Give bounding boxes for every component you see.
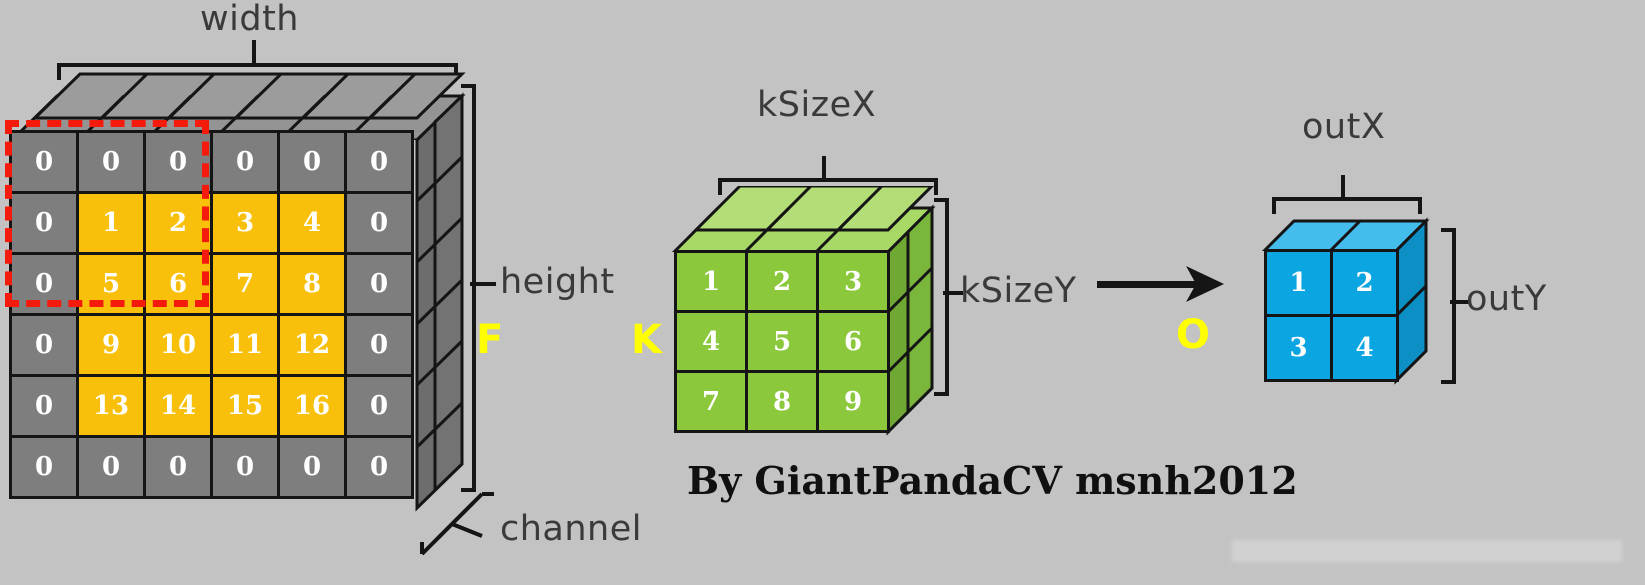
input-cell[interactable]: 16 — [277, 374, 347, 438]
output-cell[interactable]: 3 — [1264, 314, 1333, 382]
output-height-label: outY — [1466, 279, 1547, 319]
input-cell[interactable]: 0 — [210, 435, 280, 499]
input-cell[interactable]: 0 — [344, 191, 414, 255]
input-channel-label: channel — [500, 509, 642, 549]
diagram-canvas: width 0 0 0 0 0 0 0 1 2 3 4 0 0 5 6 7 8 0 0 9 10 11 12 0 0 13 14 15… — [0, 0, 1645, 585]
kernel-width-label: kSizeX — [757, 85, 877, 125]
input-cell[interactable]: 11 — [210, 313, 280, 377]
kernel-width-bracket — [718, 178, 938, 195]
input-cell[interactable]: 0 — [9, 313, 79, 377]
credit-text: By GiantPandaCV msnh2012 — [687, 458, 1298, 503]
receptive-field-selection[interactable] — [5, 120, 209, 307]
output-cell[interactable]: 4 — [1330, 314, 1399, 382]
input-width-label: width — [200, 0, 299, 39]
kernel-cell[interactable]: 9 — [816, 370, 890, 433]
kernel-cell[interactable]: 3 — [816, 250, 890, 313]
kernel-cell[interactable]: 6 — [816, 310, 890, 373]
input-cell[interactable]: 3 — [210, 191, 280, 255]
input-cell[interactable]: 14 — [143, 374, 213, 438]
input-cell[interactable]: 0 — [277, 130, 347, 194]
output-width-bracket — [1272, 197, 1422, 214]
input-cell[interactable]: 15 — [210, 374, 280, 438]
output-cell[interactable]: 1 — [1264, 249, 1333, 317]
input-width-bracket — [57, 63, 458, 80]
input-height-bracket-stem — [470, 282, 496, 286]
input-cell[interactable]: 0 — [277, 435, 347, 499]
kernel-cell[interactable]: 4 — [674, 310, 748, 373]
input-cell[interactable]: 0 — [344, 130, 414, 194]
input-cell[interactable]: 0 — [344, 374, 414, 438]
convolution-arrow-shaft — [1097, 281, 1202, 288]
output-width-label: outX — [1302, 107, 1386, 147]
input-cell[interactable]: 0 — [143, 435, 213, 499]
input-cell[interactable]: 0 — [9, 435, 79, 499]
input-cell[interactable]: 0 — [9, 374, 79, 438]
kernel-cell[interactable]: 5 — [745, 310, 819, 373]
output-width-bracket-stem — [1341, 175, 1345, 200]
input-symbol-F: F — [476, 317, 504, 363]
kernel-symbol-K: K — [631, 317, 662, 363]
input-cell[interactable]: 0 — [344, 252, 414, 316]
kernel-height-label: kSizeY — [960, 271, 1077, 311]
input-cell[interactable]: 7 — [210, 252, 280, 316]
kernel-cell[interactable]: 7 — [674, 370, 748, 433]
kernel-top-face — [671, 186, 936, 252]
output-symbol-O: O — [1176, 312, 1211, 358]
input-height-label: height — [500, 262, 615, 302]
kernel-cell[interactable]: 1 — [674, 250, 748, 313]
kernel-cell[interactable]: 8 — [745, 370, 819, 433]
input-cell[interactable]: 0 — [210, 130, 280, 194]
input-cell[interactable]: 0 — [76, 435, 146, 499]
input-cell[interactable]: 8 — [277, 252, 347, 316]
output-cell[interactable]: 2 — [1330, 249, 1399, 317]
watermark-text — [1232, 540, 1622, 562]
input-cell[interactable]: 4 — [277, 191, 347, 255]
input-height-bracket — [461, 84, 476, 492]
output-height-bracket — [1441, 228, 1456, 384]
input-cell[interactable]: 10 — [143, 313, 213, 377]
kernel-height-bracket — [934, 198, 949, 396]
input-cell[interactable]: 9 — [76, 313, 146, 377]
input-cell[interactable]: 0 — [344, 313, 414, 377]
kernel-width-bracket-stem — [822, 156, 826, 181]
input-cell[interactable]: 0 — [344, 435, 414, 499]
input-cell[interactable]: 13 — [76, 374, 146, 438]
kernel-cell[interactable]: 2 — [745, 250, 819, 313]
input-cell[interactable]: 12 — [277, 313, 347, 377]
input-width-bracket-stem — [252, 40, 256, 65]
